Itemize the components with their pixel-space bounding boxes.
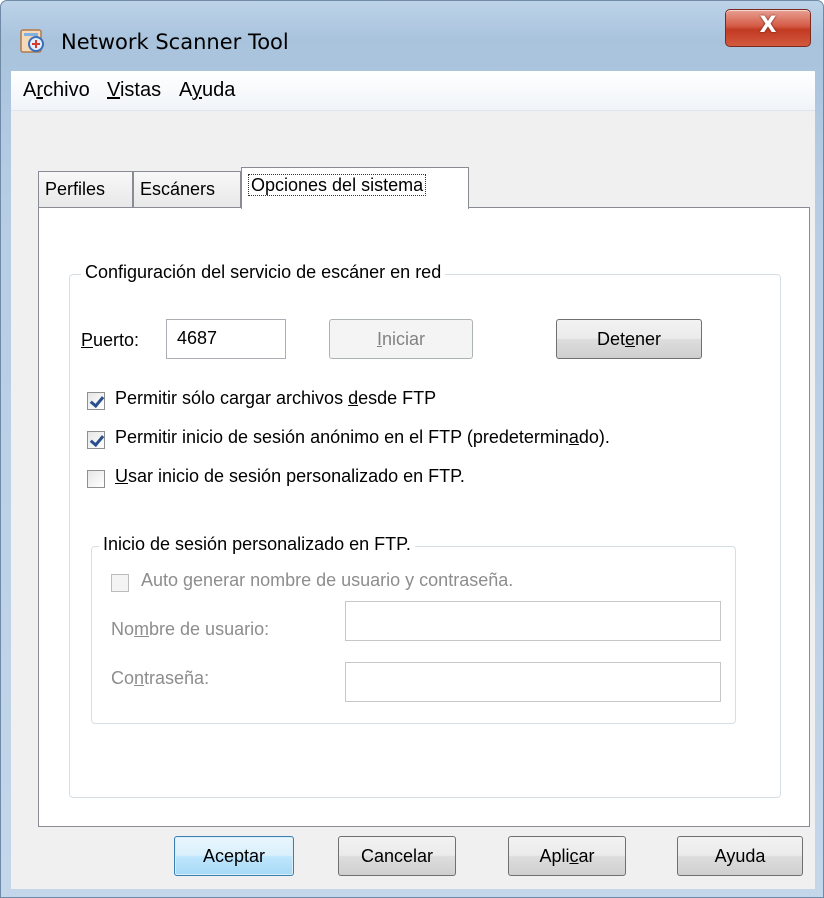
apply-button[interactable]: Aplicar	[508, 836, 626, 876]
close-button[interactable]: X	[725, 9, 811, 47]
tab-opciones-del-sistema[interactable]: Opciones del sistema	[241, 167, 469, 209]
checkbox-ftp-anonymous[interactable]	[87, 431, 105, 449]
username-label: Nombre de usuario:	[111, 619, 270, 639]
stop-button[interactable]: Detener	[556, 319, 702, 359]
tab-escaners[interactable]: Escáners	[133, 171, 241, 207]
window-title: Network Scanner Tool	[61, 30, 289, 54]
tab-perfiles[interactable]: Perfiles	[38, 171, 133, 207]
checkbox-ftp-custom-login[interactable]	[87, 470, 105, 488]
menu-bar: Archivo Vistas Ayuda	[11, 71, 815, 111]
label-ftp-custom-login: Usar inicio de sesión personalizado en F…	[115, 466, 465, 486]
dialog-window: Network Scanner Tool X Archivo Vistas Ay…	[0, 0, 824, 898]
title-bar[interactable]: Network Scanner Tool X	[1, 1, 823, 71]
password-label: Contraseña:	[111, 668, 210, 688]
password-input[interactable]	[345, 662, 721, 702]
custom-login-title: Inicio de sesión personalizado en FTP.	[99, 534, 415, 555]
close-icon: X	[759, 13, 777, 38]
client-area: Archivo Vistas Ayuda Perfiles Escáners O…	[11, 71, 815, 889]
port-input[interactable]: 4687	[166, 319, 286, 359]
dialog-body: Perfiles Escáners Opciones del sistema C…	[11, 111, 815, 889]
label-ftp-upload-only: Permitir sólo cargar archivos desde FTP	[115, 388, 437, 408]
service-config-title: Configuración del servicio de escáner en…	[81, 262, 446, 283]
username-input[interactable]	[345, 601, 721, 641]
menu-vistas[interactable]: Vistas	[107, 79, 161, 102]
label-auto-generate: Auto generar nombre de usuario y contras…	[141, 570, 514, 590]
tab-panel-opciones: Configuración del servicio de escáner en…	[38, 207, 810, 827]
menu-ayuda[interactable]: Ayuda	[179, 79, 235, 102]
port-label: Puerto:	[81, 330, 140, 350]
label-ftp-anonymous: Permitir inicio de sesión anónimo en el …	[115, 427, 610, 447]
checkbox-auto-generate[interactable]	[111, 574, 129, 592]
start-button[interactable]: Iniciar	[329, 319, 473, 359]
checkbox-ftp-upload-only[interactable]	[87, 392, 105, 410]
menu-archivo[interactable]: Archivo	[23, 79, 90, 102]
scanner-app-icon	[20, 29, 44, 53]
ok-button[interactable]: Aceptar	[174, 836, 294, 876]
help-button[interactable]: Ayuda	[677, 836, 803, 876]
cancel-button[interactable]: Cancelar	[338, 836, 456, 876]
